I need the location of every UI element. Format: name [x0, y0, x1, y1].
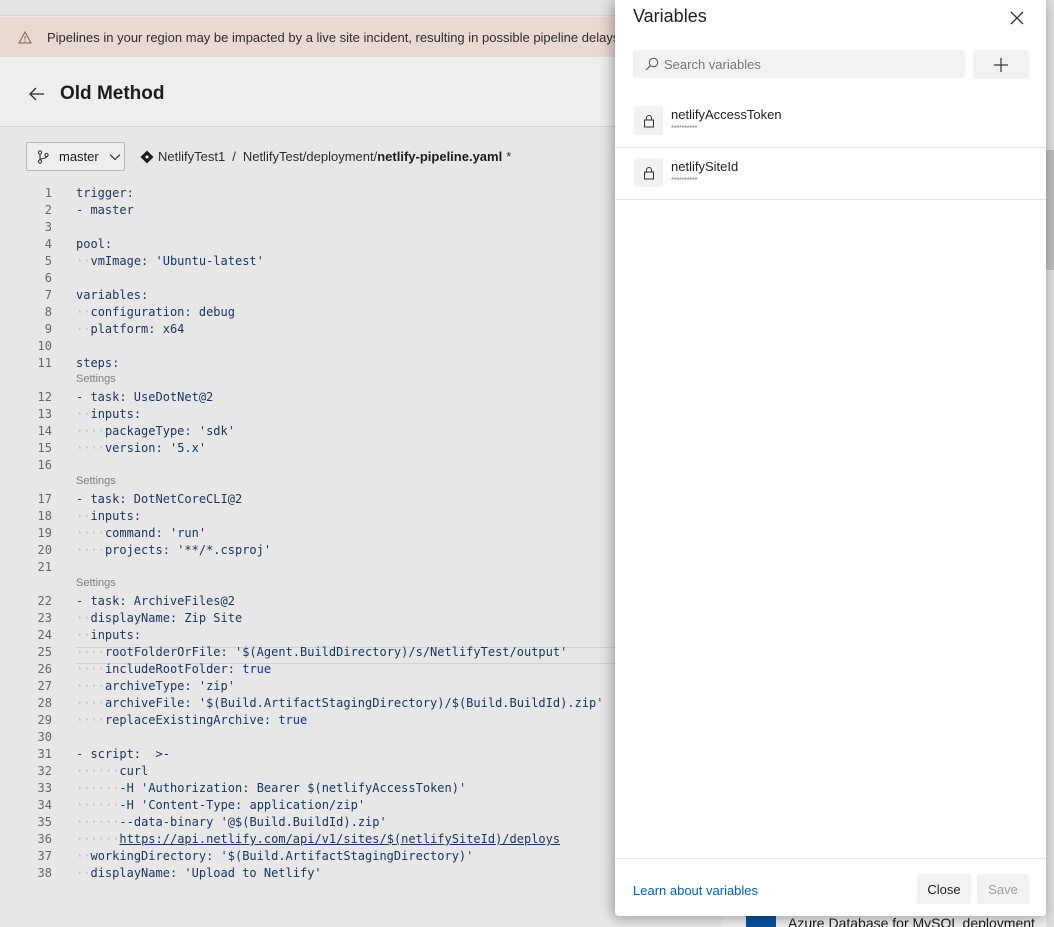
variable-row[interactable]: netlifySiteId ********** — [615, 148, 1046, 200]
close-icon[interactable] — [1009, 10, 1025, 26]
learn-about-variables-link[interactable]: Learn about variables — [633, 883, 758, 898]
save-button[interactable]: Save — [977, 874, 1029, 904]
variable-search-box[interactable] — [633, 50, 965, 78]
variable-value-masked: ********** — [671, 124, 698, 133]
variable-value-masked: ********** — [671, 176, 698, 185]
close-button[interactable]: Close — [917, 874, 971, 904]
lock-icon — [634, 106, 663, 135]
search-icon — [645, 57, 659, 71]
lock-icon — [634, 158, 663, 187]
panel-footer: Learn about variables Close Save — [615, 858, 1046, 916]
search-input[interactable] — [664, 56, 944, 72]
variable-name: netlifySiteId — [671, 159, 739, 174]
variables-panel: Variables netlifyAccessToken ********** … — [615, 0, 1046, 916]
add-variable-button[interactable] — [973, 50, 1029, 79]
plus-icon — [994, 57, 1008, 72]
variable-row[interactable]: netlifyAccessToken ********** — [615, 96, 1046, 148]
panel-title: Variables — [633, 6, 707, 26]
variable-name: netlifyAccessToken — [671, 107, 782, 122]
